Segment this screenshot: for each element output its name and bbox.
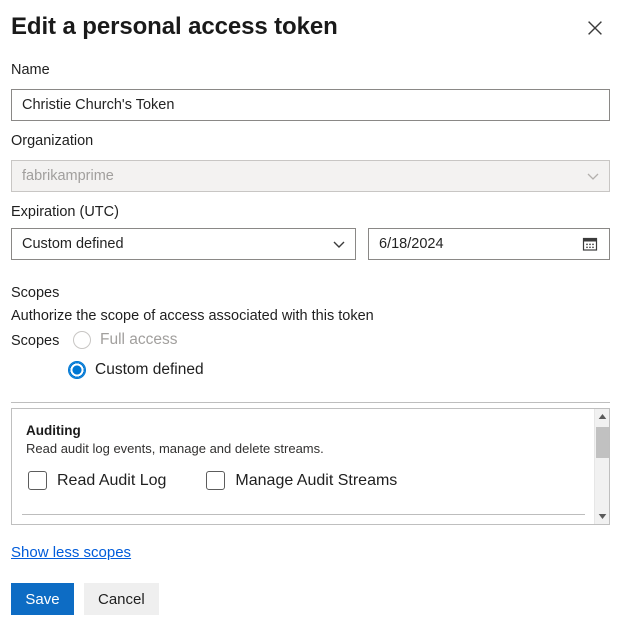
expiration-date-value: 6/18/2024 — [379, 236, 577, 252]
calendar-icon[interactable] — [577, 231, 603, 257]
scopes-inline-label: Scopes — [11, 332, 59, 351]
caret-down-icon[interactable] — [595, 509, 610, 524]
dialog-header: Edit a personal access token — [11, 10, 610, 48]
checkbox-label-read-audit-log[interactable]: Read Audit Log — [57, 472, 166, 490]
scope-group-description: Read audit log events, manage and delete… — [26, 441, 324, 456]
scope-list-content: Auditing Read audit log events, manage a… — [12, 409, 593, 524]
save-button[interactable]: Save — [11, 583, 74, 615]
cancel-button[interactable]: Cancel — [84, 583, 159, 615]
radio-indicator-full-access — [73, 331, 91, 349]
close-icon[interactable] — [580, 13, 610, 43]
organization-label: Organization — [11, 132, 93, 150]
scrollbar-thumb[interactable] — [596, 427, 609, 458]
checkbox-read-audit-log[interactable] — [28, 471, 47, 490]
radio-label-custom-defined: Custom defined — [95, 361, 204, 379]
name-label: Name — [11, 61, 50, 79]
expiration-label: Expiration (UTC) — [11, 203, 119, 221]
scope-group-title: Auditing — [26, 423, 81, 438]
organization-value: fabrikamprime — [22, 168, 581, 184]
radio-option-custom-defined[interactable]: Custom defined — [68, 361, 204, 379]
name-input[interactable]: Christie Church's Token — [11, 89, 610, 121]
chevron-down-icon — [327, 232, 351, 256]
scopes-divider — [11, 402, 610, 403]
expiration-date-input[interactable]: 6/18/2024 — [368, 228, 610, 260]
expiration-preset-dropdown[interactable]: Custom defined — [11, 228, 356, 260]
show-less-scopes-link[interactable]: Show less scopes — [11, 544, 131, 561]
checkbox-label-manage-audit-streams[interactable]: Manage Audit Streams — [235, 472, 397, 490]
caret-up-icon[interactable] — [595, 409, 610, 424]
close-glyph — [587, 20, 603, 36]
chevron-down-icon — [581, 164, 605, 188]
radio-option-full-access: Full access — [73, 331, 178, 349]
radio-indicator-custom-defined[interactable] — [68, 361, 86, 379]
scope-list-container: Auditing Read audit log events, manage a… — [11, 408, 610, 525]
scopes-heading: Scopes — [11, 284, 59, 303]
scopes-description: Authorize the scope of access associated… — [11, 307, 374, 326]
scope-list-scrollbar[interactable] — [594, 409, 609, 524]
organization-dropdown: fabrikamprime — [11, 160, 610, 192]
dialog-title: Edit a personal access token — [11, 10, 610, 44]
checkbox-manage-audit-streams[interactable] — [206, 471, 225, 490]
radio-label-full-access: Full access — [100, 331, 178, 349]
expiration-preset-value: Custom defined — [22, 236, 327, 252]
edit-personal-access-token-dialog: Edit a personal access token Name Christ… — [0, 0, 621, 626]
scope-group-divider — [22, 514, 585, 515]
scope-checkbox-row: Read Audit Log Manage Audit Streams — [28, 471, 397, 490]
